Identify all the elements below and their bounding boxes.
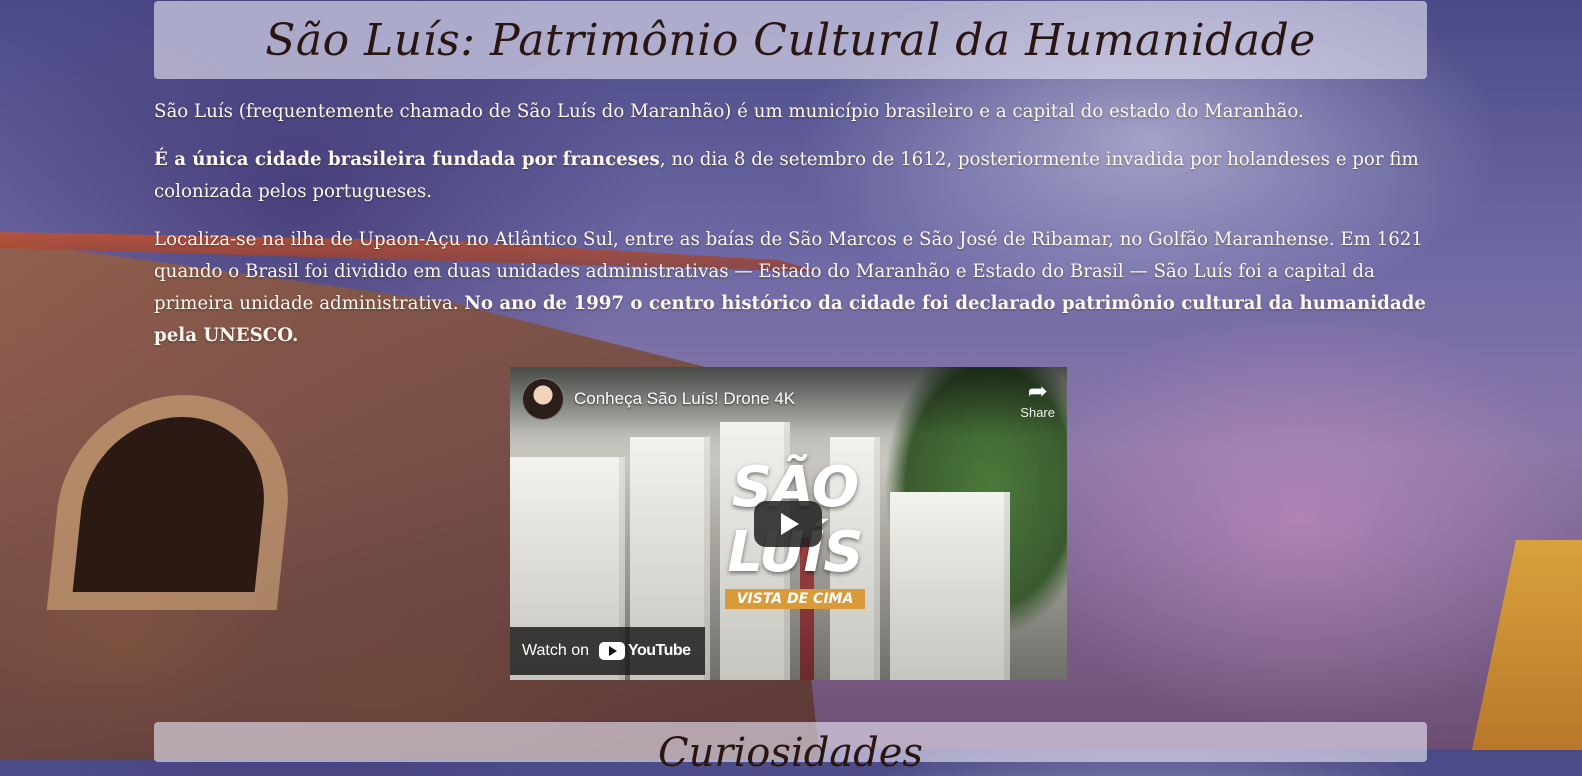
play-button[interactable] xyxy=(754,501,822,547)
title-bar: São Luís: Patrimônio Cultural da Humanid… xyxy=(154,1,1427,79)
location-paragraph: Localiza-se na ilha de Upaon-Açu no Atlâ… xyxy=(154,224,1427,352)
video-title[interactable]: Conheça São Luís! Drone 4K xyxy=(574,389,1020,409)
share-icon: ➦ xyxy=(1027,377,1048,405)
watch-on-youtube-button[interactable]: Watch on YouTube xyxy=(510,627,705,675)
intro-paragraph: São Luís (frequentemente chamado de São … xyxy=(154,96,1427,128)
main-content: São Luís: Patrimônio Cultural da Humanid… xyxy=(154,0,1427,680)
thumbnail-tag: VISTA DE CIMA xyxy=(724,589,866,609)
curiosidades-section-bar: Curiosidades xyxy=(154,722,1427,776)
watch-on-label: Watch on xyxy=(522,642,589,659)
video-frame-building xyxy=(890,492,1010,680)
founding-paragraph: É a única cidade brasileira fundada por … xyxy=(154,144,1427,208)
play-icon xyxy=(781,513,799,535)
background-right-building xyxy=(1472,540,1582,750)
page-title: São Luís: Patrimônio Cultural da Humanid… xyxy=(265,14,1316,66)
video-header: Conheça São Luís! Drone 4K ➦ Share xyxy=(522,378,1055,420)
channel-avatar[interactable] xyxy=(522,378,564,420)
section-title: Curiosidades xyxy=(658,730,923,776)
intro-text: São Luís (frequentemente chamado de São … xyxy=(154,101,1304,122)
youtube-video-embed[interactable]: Conheça São Luís! Drone 4K ➦ Share SÃO L… xyxy=(510,367,1067,680)
youtube-label: YouTube xyxy=(628,642,691,659)
share-button[interactable]: ➦ Share xyxy=(1020,377,1055,420)
share-label: Share xyxy=(1020,404,1055,420)
founding-highlight: É a única cidade brasileira fundada por … xyxy=(154,149,660,170)
youtube-logo-icon: YouTube xyxy=(599,642,691,660)
youtube-play-icon xyxy=(599,642,625,660)
